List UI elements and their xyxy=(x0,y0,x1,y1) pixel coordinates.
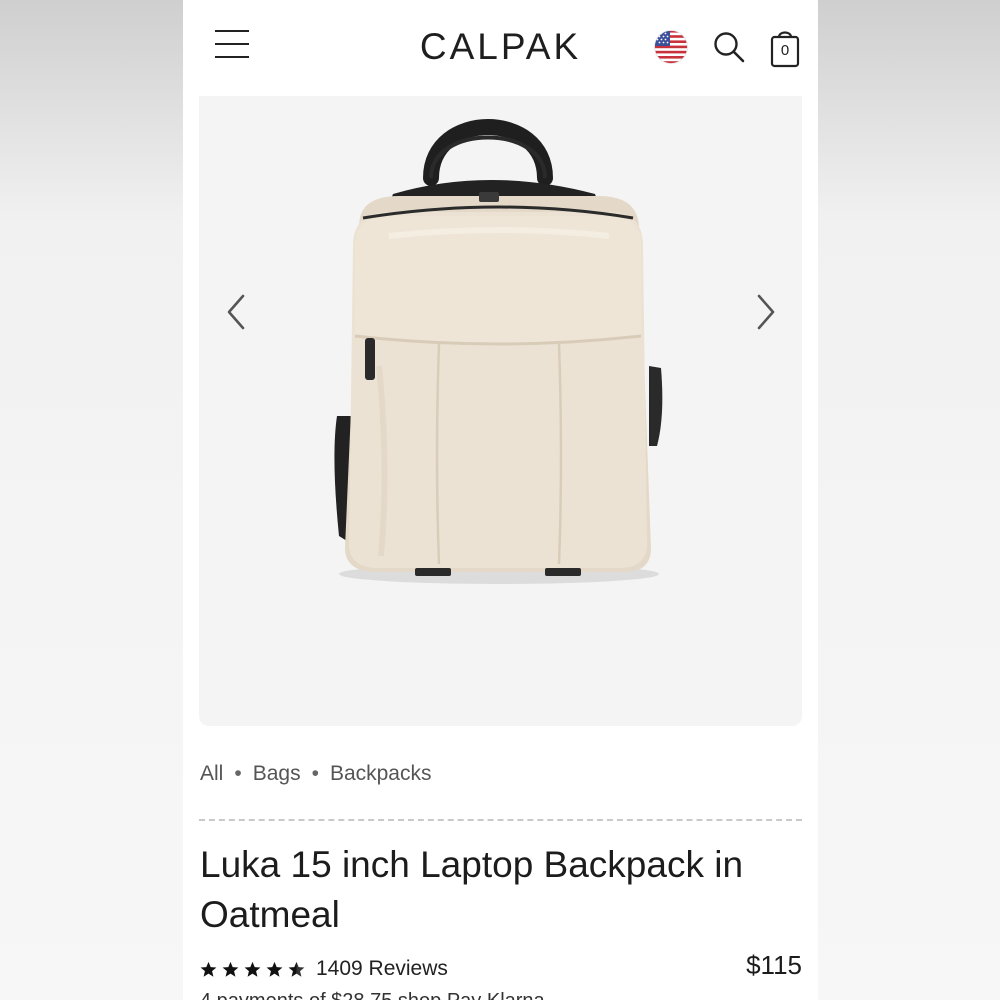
section-divider xyxy=(199,819,802,821)
mobile-page: CALPAK 0 All • Bags • Backpacks Luka 15 … xyxy=(183,0,818,1000)
cart-icon[interactable]: 0 xyxy=(769,27,801,69)
product-rating[interactable]: 1409 Reviews xyxy=(200,954,448,984)
installment-info: 4 payments of $28.75 shop Pay Klarna xyxy=(200,990,800,1000)
reviews-count[interactable]: 1409 Reviews xyxy=(316,957,448,981)
product-title: Luka 15 inch Laptop Backpack in Oatmeal xyxy=(200,844,744,935)
product-gallery[interactable] xyxy=(199,96,802,726)
left-background xyxy=(0,0,183,1000)
chevron-right-icon[interactable] xyxy=(747,292,783,332)
star-icon xyxy=(244,961,261,977)
breadcrumb-bags[interactable]: Bags xyxy=(253,762,301,785)
breadcrumb-all[interactable]: All xyxy=(200,762,223,785)
right-background xyxy=(818,0,1000,1000)
breadcrumb-separator: • xyxy=(234,762,242,785)
breadcrumb-separator: • xyxy=(311,762,319,785)
site-header: CALPAK 0 xyxy=(183,0,818,96)
us-flag-icon[interactable] xyxy=(654,30,688,64)
cart-count: 0 xyxy=(780,42,790,59)
product-price: $115 xyxy=(746,950,802,980)
product-image xyxy=(334,119,663,584)
half-star-icon xyxy=(288,961,305,977)
breadcrumb-backpacks[interactable]: Backpacks xyxy=(330,762,432,785)
star-icon xyxy=(222,961,239,977)
star-rating xyxy=(200,961,305,978)
breadcrumb: All • Bags • Backpacks xyxy=(200,762,431,786)
star-icon xyxy=(266,961,283,977)
star-icon xyxy=(200,961,217,977)
search-icon[interactable] xyxy=(712,30,746,64)
chevron-left-icon[interactable] xyxy=(219,292,255,332)
